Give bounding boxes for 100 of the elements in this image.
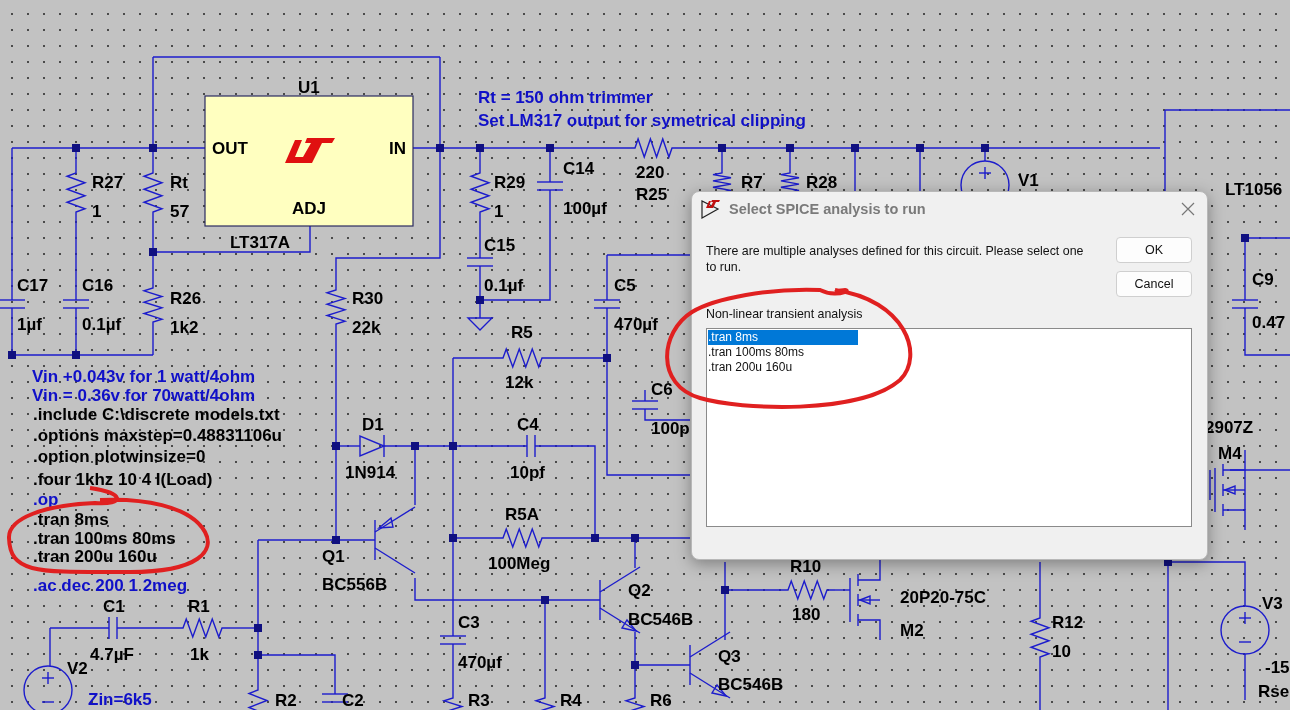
spice-directive: .tran 200u 160u	[33, 546, 157, 566]
value-label: 10pf	[510, 462, 545, 482]
resistor-symbol	[623, 689, 647, 710]
transistor-symbol	[374, 506, 416, 574]
part-label: C2	[342, 690, 364, 710]
wire	[1244, 307, 1290, 356]
resistor-symbol	[1028, 609, 1052, 666]
spice-directive: .tran 8ms	[33, 509, 109, 529]
part-label: R7	[741, 172, 763, 192]
schematic-canvas[interactable]	[0, 0, 1290, 710]
ok-button[interactable]: OK	[1116, 237, 1192, 263]
part-label: Q2	[628, 580, 651, 600]
analysis-list[interactable]: .tran 8ms .tran 100ms 80ms .tran 200u 160u	[706, 328, 1192, 527]
pin-label: ADJ	[292, 199, 326, 218]
value-label: 1N914	[345, 462, 396, 482]
wire	[116, 627, 176, 629]
part-label: R4	[560, 690, 582, 710]
part-label: U1	[298, 77, 320, 97]
resistor-symbol	[494, 526, 551, 550]
part-label: Q1	[322, 546, 345, 566]
resistor-symbol	[141, 279, 165, 331]
spice-directive: .tran 100ms 80ms	[33, 528, 176, 548]
value-label: LT317A	[230, 232, 291, 252]
wire	[1209, 469, 1211, 501]
pin-label: IN	[389, 139, 406, 158]
part-label: C3	[458, 612, 480, 632]
wire	[452, 643, 454, 691]
value-label: 0.47	[1252, 312, 1286, 332]
value-label: 12k	[505, 372, 534, 392]
resistor-symbol	[141, 164, 165, 221]
capacitor-symbol	[108, 616, 118, 640]
diode-symbol	[359, 434, 386, 458]
value-label: 100Meg	[488, 553, 551, 573]
value-label: BC546B	[718, 674, 784, 694]
resistor-symbol	[174, 616, 231, 640]
capacitor-symbol	[439, 635, 467, 645]
value-label: 470µf	[458, 652, 502, 672]
value-label: 22k	[352, 317, 381, 337]
value-label: 1	[92, 201, 102, 221]
capacitor-symbol	[0, 299, 26, 309]
part-label: Rse	[1258, 681, 1290, 701]
close-icon[interactable]	[1181, 202, 1195, 216]
part-label: C15	[484, 235, 516, 255]
part-label: R2	[275, 690, 297, 710]
value-label: 180	[792, 604, 821, 624]
analysis-option[interactable]: .tran 100ms 80ms	[708, 345, 858, 360]
comment-text: Vin = 0.36v for 70watt/4ohm	[32, 385, 256, 405]
part-label: R30	[352, 288, 384, 308]
value-label: 0.1µf	[82, 314, 122, 334]
wire	[1039, 664, 1041, 710]
capacitor-symbol	[62, 299, 90, 309]
pin-label: OUT	[212, 139, 248, 158]
spice-directive: .op	[33, 489, 59, 509]
part-label: V3	[1262, 593, 1283, 613]
capacitor-symbol	[1231, 299, 1259, 309]
part-label: R26	[170, 288, 202, 308]
part-label: C4	[517, 414, 539, 434]
capacitor-symbol	[631, 400, 659, 410]
part-label: M2	[900, 620, 924, 640]
value-label: 1k	[190, 644, 209, 664]
part-label: C5	[614, 275, 636, 295]
value-label: 57	[170, 201, 189, 221]
value-label: 100µf	[563, 198, 607, 218]
resistor-symbol	[468, 164, 492, 221]
part-label: R3	[468, 690, 490, 710]
logo-icon	[285, 138, 335, 163]
wire	[1039, 561, 1041, 611]
value-label: 470µf	[614, 314, 658, 334]
part-label: R27	[92, 172, 124, 192]
analysis-option[interactable]: .tran 8ms	[708, 330, 858, 345]
part-label: R6	[650, 690, 672, 710]
part-label: Q3	[718, 646, 741, 666]
value-label: BC546B	[628, 609, 694, 629]
value-label: -15	[1265, 657, 1290, 677]
ground-symbol	[466, 317, 494, 331]
value-label: 4.7µF	[90, 644, 134, 664]
spice-directive: .four 1khz 10 4 I(Load)	[33, 469, 213, 489]
value-label: 2907Z	[1205, 417, 1254, 437]
value-label: 10	[1052, 641, 1071, 661]
value-label: 220	[636, 162, 665, 182]
capacitor-symbol	[536, 181, 564, 191]
comment-text: Zin=6k5	[88, 689, 152, 709]
value-label: BC556B	[322, 574, 388, 594]
capacitor-symbol	[526, 434, 536, 458]
part-label: R5A	[505, 504, 539, 524]
part-label: R29	[494, 172, 526, 192]
comment-text: Set LM317 output for symetrical clipping	[478, 110, 806, 130]
dialog-title: Select SPICE analysis to run	[729, 201, 927, 217]
analysis-option[interactable]: .tran 200u 160u	[708, 360, 858, 375]
wire	[834, 589, 851, 591]
part-label: R28	[806, 172, 838, 192]
value-label: 1k2	[170, 317, 199, 337]
resistor-symbol	[779, 578, 836, 602]
spice-directive: .ac dec 200 1 2meg	[33, 575, 188, 595]
resistor-symbol	[494, 346, 551, 370]
spice-directive: .include C:\discrete models.txt	[33, 404, 280, 424]
part-label: R12	[1052, 612, 1084, 632]
part-label: R25	[636, 184, 668, 204]
cancel-button[interactable]: Cancel	[1116, 271, 1192, 297]
part-label: R10	[790, 556, 822, 576]
